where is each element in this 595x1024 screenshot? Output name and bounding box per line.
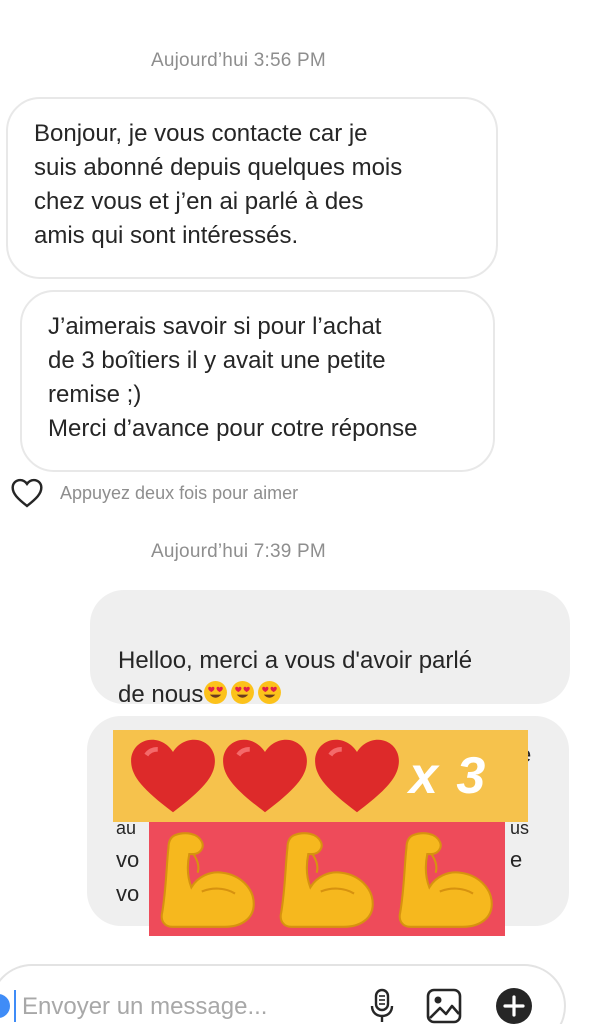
heart-eyes-emoji: [204, 681, 228, 704]
like-row: Appuyez deux fois pour aimer: [10, 478, 298, 508]
outgoing-message[interactable]: Helloo, merci a vous d'avoir parlé de no…: [90, 590, 570, 708]
microphone-icon[interactable]: [362, 986, 402, 1024]
incoming-message[interactable]: Bonjour, je vous contacte car je suis ab…: [6, 97, 498, 279]
message-fragment: vo: [116, 881, 140, 906]
biceps-sticker: [149, 822, 505, 936]
plus-circle-icon[interactable]: [494, 986, 534, 1024]
message-composer: [0, 964, 566, 1024]
heart-outline-icon[interactable]: [10, 478, 44, 508]
image-gallery-icon[interactable]: [424, 986, 464, 1024]
timestamp: Aujourd’hui 7:39 PM: [151, 541, 326, 562]
hearts-sticker: x 3: [113, 730, 528, 822]
red-heart-icon: [223, 739, 307, 813]
message-fragment: vo: [116, 847, 140, 872]
heart-eyes-emoji: [258, 681, 282, 704]
red-heart-icon: [131, 739, 215, 813]
flexed-biceps-icon: [161, 832, 256, 928]
message-fragment: e: [510, 847, 523, 872]
flexed-biceps-icon: [398, 832, 493, 928]
heart-eyes-emoji: [231, 681, 255, 704]
camera-button-edge[interactable]: [0, 994, 10, 1018]
message-input[interactable]: [20, 986, 324, 1024]
red-heart-icon: [315, 739, 399, 813]
incoming-message[interactable]: J’aimerais savoir si pour l’achat de 3 b…: [20, 290, 495, 472]
text-cursor: [14, 990, 16, 1022]
direct-message-thread: Aujourd’hui 3:56 PM Bonjour, je vous con…: [0, 0, 595, 1024]
timestamp: Aujourd’hui 3:56 PM: [151, 50, 326, 71]
outgoing-message-text: Helloo, merci a vous d'avoir parlé de no…: [118, 647, 473, 708]
multiplier-label: x 3: [409, 747, 488, 805]
double-tap-hint: Appuyez deux fois pour aimer: [60, 482, 299, 503]
flexed-biceps-icon: [279, 832, 374, 928]
